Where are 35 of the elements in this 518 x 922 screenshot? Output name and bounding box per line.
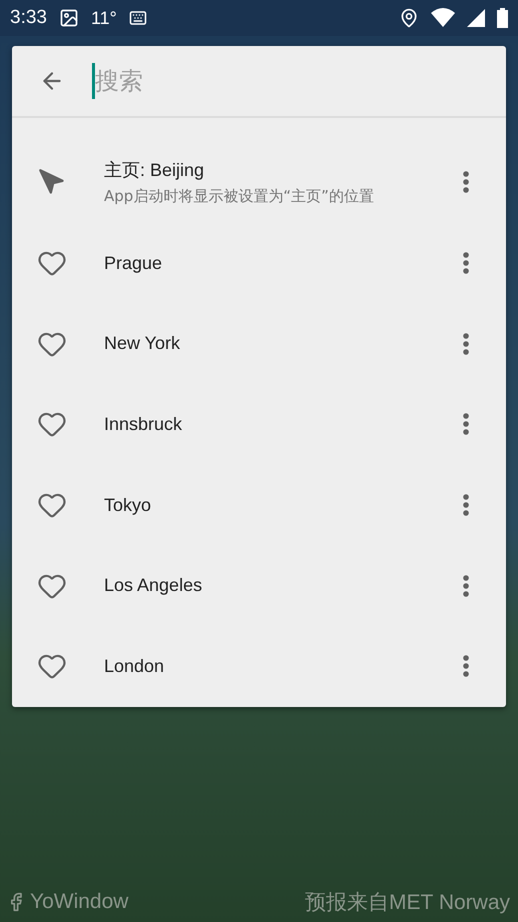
more-icon [463, 252, 469, 274]
location-item[interactable]: New York [12, 303, 506, 384]
location-item[interactable]: Prague [12, 222, 506, 304]
location-name: Prague [104, 252, 164, 274]
text-cursor [92, 63, 95, 99]
location-item[interactable]: Innsbruck [12, 384, 506, 465]
more-icon [463, 332, 469, 355]
search-field[interactable]: 搜索 [95, 67, 395, 95]
forecast-credit: 预报来自MET Norway [305, 890, 510, 916]
more-icon [463, 413, 469, 436]
location-item[interactable]: Tokyo [12, 464, 506, 546]
more-icon [463, 171, 469, 194]
more-icon [463, 494, 469, 516]
image-icon [58, 8, 79, 28]
location-name: New York [104, 333, 182, 354]
navigation-arrow-icon [38, 168, 66, 196]
status-temperature: 11° [90, 8, 117, 28]
brand-link[interactable]: YoWindow [30, 890, 128, 914]
more-icon [463, 655, 469, 678]
location-icon [399, 8, 419, 28]
location-item[interactable]: London [12, 626, 506, 707]
keyboard-icon [128, 9, 147, 27]
signal-icon [467, 9, 485, 27]
battery-icon [497, 8, 508, 28]
location-name: Los Angeles [104, 575, 204, 596]
location-name: Tokyo [104, 494, 152, 516]
more-icon [463, 574, 469, 597]
location-item[interactable]: Los Angeles [12, 545, 506, 626]
location-name: Innsbruck [104, 414, 184, 435]
location-name: 主页: Beijing [104, 159, 206, 182]
wifi-icon [431, 8, 455, 28]
location-item[interactable]: 主页: Beijing App启动时将显示被设置为“主页”的位置 [12, 142, 506, 223]
location-name: London [104, 656, 166, 677]
status-time: 3:33 [10, 7, 47, 29]
location-description: App启动时将显示被设置为“主页”的位置 [104, 187, 375, 206]
